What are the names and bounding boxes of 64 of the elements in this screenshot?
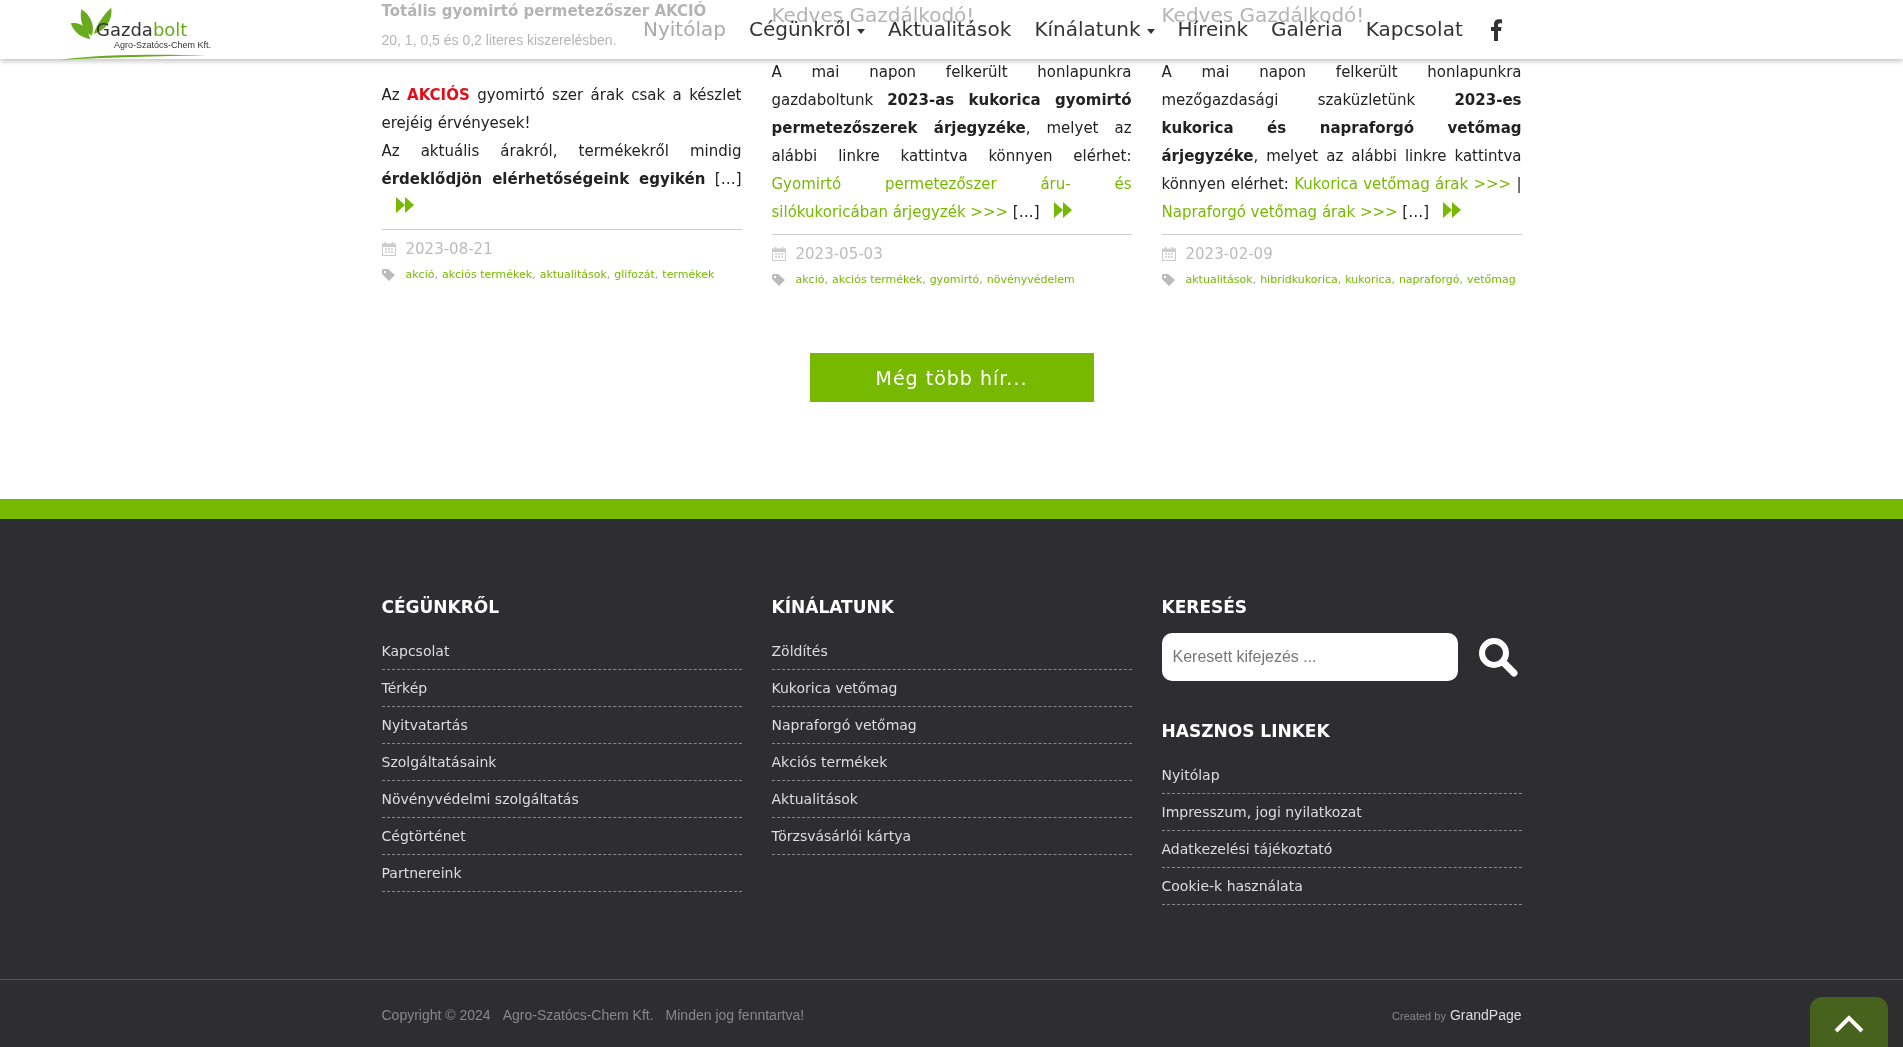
nav-link[interactable]: Aktualitások (887, 19, 1012, 40)
calendar-icon (771, 247, 786, 261)
footer-link[interactable]: Nyitólap (1161, 767, 1220, 783)
caret-icon (1146, 28, 1155, 34)
tag-separator: , (1337, 273, 1342, 286)
footer-link[interactable]: Cookie-k használata (1161, 878, 1303, 894)
footer-heading: KÍNÁLATUNK (771, 595, 895, 619)
copyright-text: Copyright © 2024 (381, 1007, 491, 1023)
tag-separator: , (922, 273, 926, 286)
logo[interactable]: Gazdabolt Agro-Szatócs-Chem Kft. (58, 1, 213, 58)
footer-link[interactable]: Adatkezelési tájékoztató (1161, 841, 1333, 857)
tag-separator: , (606, 268, 611, 281)
tag-icon (381, 269, 396, 281)
footer-link[interactable]: Növényvédelmi szolgáltatás (381, 791, 579, 807)
tag-separator: , (434, 268, 438, 281)
footer-link[interactable]: Törzsvásárlói kártya (771, 828, 912, 844)
tag-separator: , (979, 273, 983, 286)
footer-link[interactable]: Partnereink (381, 865, 462, 881)
copyright-text: Minden jog fenntartva! (665, 1007, 805, 1023)
calendar-icon (381, 242, 396, 256)
tag-separator: , (654, 268, 659, 281)
search-icon[interactable] (1477, 637, 1518, 677)
article-date: 2023-05-03 (795, 244, 883, 265)
article-date: 2023-08-21 (405, 239, 493, 260)
logo-tagline: Agro-Szatócs-Chem Kft. (114, 39, 212, 50)
footer-link[interactable]: Napraforgó vetőmag (771, 717, 917, 733)
tag-separator: , (824, 273, 828, 286)
tag-separator: , (1391, 273, 1395, 286)
footer-link[interactable]: Térkép (381, 680, 428, 696)
article-text: A mai napon felkerült honlapunkra mezőgazdasági szaküzletünk 2023-es kukorica és napraforgó vetőmag árjegyzéke, melyet az alábbi linkre kattintva könnyen elérhet: Kukorica vetőmag árak >>> | Napraforgó vetőmag árak >>> […] (1161, 62, 1522, 223)
nav-link[interactable]: Kapcsolat (1365, 19, 1463, 40)
footer-link[interactable]: Zöldítés (771, 643, 828, 659)
nav-link[interactable]: Kínálatunk (1034, 19, 1155, 40)
article-subtitle: 20, 1, 0,5 és 0,2 literes kiszerelésben. (381, 32, 617, 48)
tag-separator: , (1459, 273, 1463, 286)
caret-icon (856, 28, 865, 34)
footer-heading: KERESÉS (1161, 595, 1249, 619)
search-field[interactable]: Keresett kifejezés ... (1161, 633, 1458, 681)
footer-link[interactable]: Szolgáltatásaink (381, 754, 497, 770)
article-date: 2023-02-09 (1185, 244, 1273, 265)
calendar-icon (1161, 247, 1176, 261)
footer-heading: CÉGÜNKRŐL (381, 595, 501, 619)
footer-link[interactable]: Nyitvatartás (381, 717, 468, 733)
footer-heading: HASZNOS LINKEK (1161, 720, 1331, 743)
footer-link[interactable]: Impresszum, jogi nyilatkozat (1161, 804, 1362, 820)
footer-link[interactable]: Kukorica vetőmag (771, 680, 898, 696)
footer-link[interactable]: Akciós termékek (771, 754, 888, 770)
logo-wordmark: Gazdabolt (96, 19, 189, 40)
article-text: A mai napon felkerült honlapunkra gazdaboltunk 2023-as kukorica gyomirtó permetezőszerek árjegyzéke, melyet az alábbi linkre kattintva könnyen elérhet: Gyomirtó permetezőszer áru- és silókukoricában árjegyzék >>> […] (771, 62, 1132, 223)
footer-link[interactable]: Aktualitások (771, 791, 858, 807)
footer-link[interactable]: Kapcsolat (381, 643, 450, 659)
chevron-up-icon (1834, 1015, 1864, 1033)
tag-separator: , (1252, 273, 1257, 286)
back-to-top-button[interactable] (1810, 997, 1888, 1047)
tag-icon (1161, 274, 1176, 286)
article-text: Az aktuális árakról, termékekről mindig érdeklődjön elérhetőségeink egyikén […] (381, 137, 742, 221)
credit-label: Created by (1392, 1010, 1446, 1022)
author-link[interactable]: GrandPage (1449, 1007, 1522, 1023)
facebook-icon[interactable] (1489, 18, 1502, 41)
tag-separator: , (532, 268, 536, 281)
article-text: Az AKCIÓS gyomirtó szer árak csak a készlet erejéig érvényesek! (381, 84, 742, 134)
copyright-text: Agro-Szatócs-Chem Kft. (502, 1007, 654, 1023)
footer-link[interactable]: Cégtörténet (381, 828, 466, 844)
tag-icon (771, 274, 786, 286)
